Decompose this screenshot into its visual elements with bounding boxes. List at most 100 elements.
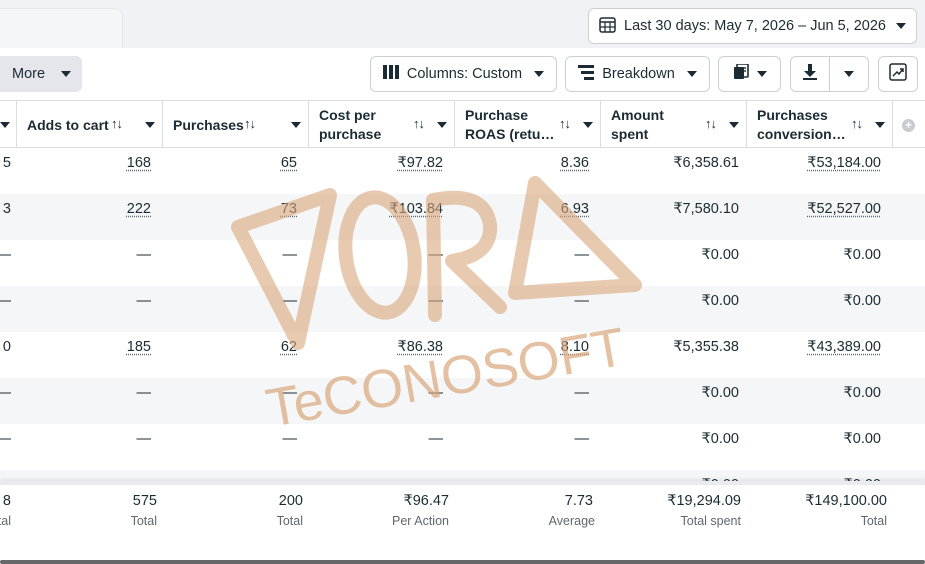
export-dropdown-button[interactable] bbox=[830, 57, 868, 91]
cell-amount-spent: ₹0.00 bbox=[701, 431, 739, 447]
cell-prev: — bbox=[0, 247, 11, 263]
chevron-down-icon bbox=[534, 71, 545, 77]
chevron-down-icon[interactable] bbox=[583, 122, 593, 128]
cell-adds-to-cart: — bbox=[136, 247, 152, 263]
table-row[interactable]: 3 222 73 ₹103.84 6.93 ₹7,580.10 ₹52,527.00 bbox=[0, 194, 925, 240]
chevron-down-icon[interactable] bbox=[437, 122, 447, 128]
more-button[interactable]: More bbox=[0, 56, 82, 92]
total-value-prev: 8 bbox=[2, 493, 11, 509]
column-title: Adds to cart bbox=[27, 117, 109, 133]
chevron-down-icon[interactable] bbox=[875, 122, 885, 128]
sort-icon[interactable]: ↑↓ bbox=[413, 116, 425, 131]
column-header-prev[interactable] bbox=[0, 101, 17, 148]
cell-prev: 3 bbox=[2, 201, 11, 217]
chart-button[interactable] bbox=[878, 56, 918, 92]
total-value-purchases: 200 bbox=[278, 493, 303, 509]
cell-adds-to-cart[interactable]: 222 bbox=[127, 201, 151, 217]
cell-adds-to-cart: — bbox=[136, 293, 152, 309]
cell-prev: 0 bbox=[2, 339, 11, 355]
cell-amount-spent: ₹0.00 bbox=[701, 247, 739, 263]
cell-roas: — bbox=[574, 247, 590, 263]
date-range-label: Last 30 days: May 7, 2026 – Jun 5, 2026 bbox=[624, 18, 886, 34]
cell-amount-spent: ₹0.00 bbox=[701, 293, 739, 309]
cell-adds-to-cart: — bbox=[136, 385, 152, 401]
column-header-adds-to-cart[interactable]: Adds to cart ↑↓ bbox=[17, 101, 163, 148]
cell-cost-per-purchase: — bbox=[428, 247, 444, 263]
cell-cost-per-purchase[interactable]: ₹97.82 bbox=[397, 155, 443, 171]
cell-prev: — bbox=[0, 385, 11, 401]
total-value-amount-spent: ₹19,294.09 bbox=[667, 493, 741, 509]
reports-button[interactable] bbox=[718, 56, 781, 92]
cell-roas[interactable]: 8.10 bbox=[561, 339, 589, 355]
sort-icon[interactable]: ↑↓ bbox=[111, 116, 123, 131]
table-row[interactable]: — — — — — ₹0.00 ₹0.00 bbox=[0, 286, 925, 332]
column-header-purchases-conversion-value[interactable]: Purchases conversion… ↑↓ bbox=[747, 101, 893, 148]
table-row[interactable]: 0 185 62 ₹86.38 8.10 ₹5,355.38 ₹43,389.00 bbox=[0, 332, 925, 378]
columns-button[interactable]: Columns: Custom bbox=[370, 56, 557, 92]
table-header: Adds to cart ↑↓ Purchases ↑↓ Cost per pu… bbox=[0, 100, 925, 148]
columns-icon bbox=[382, 65, 399, 83]
cell-purchases[interactable]: 73 bbox=[281, 201, 297, 217]
breakdown-label: Breakdown bbox=[602, 66, 675, 82]
cell-conversion-value[interactable]: ₹53,184.00 bbox=[807, 155, 881, 171]
column-title: Purchase ROAS (retu… bbox=[465, 107, 555, 142]
cell-conversion-value[interactable]: ₹52,527.00 bbox=[807, 201, 881, 217]
horizontal-scrollbar[interactable] bbox=[0, 560, 925, 564]
cell-purchases[interactable]: 65 bbox=[281, 155, 297, 171]
cell-conversion-value[interactable]: ₹43,389.00 bbox=[807, 339, 881, 355]
sort-icon[interactable]: ↑↓ bbox=[705, 116, 717, 131]
column-header-amount-spent[interactable]: Amount spent ↑↓ bbox=[601, 101, 747, 148]
cell-purchases: — bbox=[282, 247, 298, 263]
cell-adds-to-cart: — bbox=[136, 431, 152, 447]
sort-icon[interactable]: ↑↓ bbox=[244, 116, 256, 131]
toolbar: More Columns: Custom Breakdown bbox=[0, 48, 925, 100]
column-header-purchase-roas[interactable]: Purchase ROAS (retu… ↑↓ bbox=[455, 101, 601, 148]
cell-cost-per-purchase: — bbox=[428, 431, 444, 447]
cell-cost-per-purchase: — bbox=[428, 293, 444, 309]
chevron-down-icon[interactable] bbox=[291, 122, 301, 128]
chevron-down-icon bbox=[61, 71, 72, 77]
top-tab[interactable] bbox=[0, 8, 123, 48]
export-button[interactable] bbox=[791, 57, 829, 91]
cell-roas[interactable]: 6.93 bbox=[561, 201, 589, 217]
table-row[interactable]: 5 168 65 ₹97.82 8.36 ₹6,358.61 ₹53,184.00 bbox=[0, 148, 925, 194]
cell-amount-spent: ₹6,358.61 bbox=[673, 155, 739, 171]
total-label-amount-spent: Total spent bbox=[680, 514, 741, 528]
cell-amount-spent: ₹7,580.10 bbox=[673, 201, 739, 217]
chevron-down-icon[interactable] bbox=[145, 122, 155, 128]
cell-cost-per-purchase[interactable]: ₹86.38 bbox=[397, 339, 443, 355]
table-row[interactable]: — — — — — ₹0.00 ₹0.00 bbox=[0, 378, 925, 424]
chevron-down-icon bbox=[843, 71, 854, 77]
column-header-cost-per-purchase[interactable]: Cost per purchase ↑↓ bbox=[309, 101, 455, 148]
chevron-down-icon bbox=[686, 71, 697, 77]
columns-label: Columns: Custom bbox=[406, 66, 523, 82]
chevron-down-icon bbox=[896, 23, 906, 29]
data-table: Adds to cart ↑↓ Purchases ↑↓ Cost per pu… bbox=[0, 100, 925, 564]
sort-icon[interactable]: ↑↓ bbox=[851, 116, 863, 131]
add-column-icon[interactable]: + bbox=[902, 119, 915, 132]
cell-roas: — bbox=[574, 385, 590, 401]
cell-conversion-value: ₹0.00 bbox=[843, 385, 881, 401]
column-header-purchases[interactable]: Purchases ↑↓ bbox=[163, 101, 309, 148]
chart-icon bbox=[889, 63, 907, 85]
cell-adds-to-cart[interactable]: 185 bbox=[127, 339, 151, 355]
column-title: Amount spent bbox=[611, 107, 664, 142]
date-range-button[interactable]: Last 30 days: May 7, 2026 – Jun 5, 2026 bbox=[588, 8, 917, 44]
table-row[interactable]: — — — — — ₹0.00 ₹0.00 bbox=[0, 240, 925, 286]
column-title: Purchases conversion… bbox=[757, 107, 846, 142]
table-footer-totals: 8 tal 575 Total 200 Total ₹96.47 Per Act… bbox=[0, 485, 925, 564]
cell-purchases[interactable]: 62 bbox=[281, 339, 297, 355]
sort-icon[interactable]: ↑↓ bbox=[559, 116, 571, 131]
column-title: Cost per purchase bbox=[319, 107, 382, 142]
breakdown-button[interactable]: Breakdown bbox=[565, 56, 710, 92]
cell-purchases: — bbox=[282, 385, 298, 401]
cell-roas[interactable]: 8.36 bbox=[561, 155, 589, 171]
cell-purchases: — bbox=[282, 293, 298, 309]
table-row[interactable]: — — — — — ₹0.00 ₹0.00 bbox=[0, 424, 925, 470]
cell-amount-spent: ₹0.00 bbox=[701, 385, 739, 401]
cell-adds-to-cart[interactable]: 168 bbox=[127, 155, 151, 171]
total-value-conversion-value: ₹149,100.00 bbox=[805, 493, 887, 509]
cell-cost-per-purchase[interactable]: ₹103.84 bbox=[389, 201, 443, 217]
calendar-icon bbox=[599, 16, 616, 36]
chevron-down-icon[interactable] bbox=[729, 122, 739, 128]
